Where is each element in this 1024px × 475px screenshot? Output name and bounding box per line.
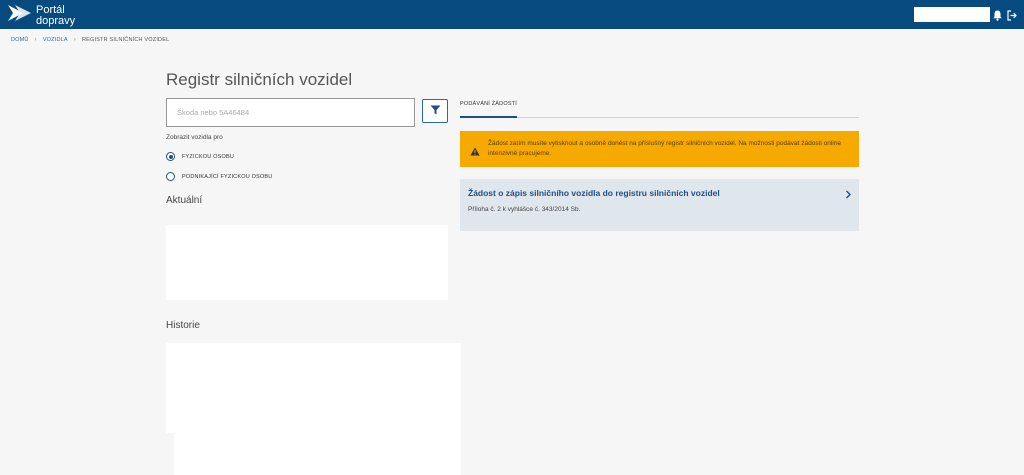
portal-logo[interactable]: Portál dopravy <box>7 3 75 28</box>
warning-text: Žádost zatím musíte vytisknout a osobně … <box>488 140 841 157</box>
breadcrumb-current: REGISTR SILNIČNÍCH VOZIDEL <box>81 37 170 43</box>
current-section-title: Aktuální <box>166 195 203 206</box>
bell-icon[interactable] <box>993 8 1002 21</box>
history-panel-extension <box>174 433 461 475</box>
tab-applications[interactable]: PODÁVÁNÍ ŽÁDOSTÍ <box>460 101 517 116</box>
history-section-title: Historie <box>166 320 200 331</box>
card-subtitle: Příloha č. 2 k vyhlášce č. 343/2014 Sb. <box>468 206 581 213</box>
chevron-right-icon: › <box>73 37 76 43</box>
radio-natural-person[interactable]: FYZICKOU OSOBU <box>166 152 234 161</box>
radio-label[interactable]: PODNIKAJÍCÍ FYZICKOU OSOBU <box>182 174 272 180</box>
logo-icon <box>7 3 32 28</box>
chevron-right-icon: › <box>34 37 37 43</box>
radio-business-person[interactable]: PODNIKAJÍCÍ FYZICKOU OSOBU <box>166 172 272 181</box>
application-card[interactable]: Žádost o zápis silničního vozidla do reg… <box>460 179 859 231</box>
card-title[interactable]: Žádost o zápis silničního vozidla do reg… <box>468 188 720 198</box>
show-for-label: Zobrazit vozidla pro <box>166 134 223 141</box>
history-panel <box>166 343 461 433</box>
radio-checked-icon[interactable] <box>166 152 175 161</box>
warning-icon <box>470 143 480 156</box>
logo-line-2: dopravy <box>36 14 76 27</box>
breadcrumb-home[interactable]: DOMŮ <box>11 37 29 43</box>
page-title: Registr silničních vozidel <box>166 70 353 89</box>
logo-text: Portál dopravy <box>36 3 76 27</box>
radio-unchecked-icon[interactable] <box>166 172 175 181</box>
filter-button[interactable] <box>422 99 448 123</box>
breadcrumb-vehicles[interactable]: VOZIDLA <box>43 37 68 43</box>
logo-line-1: Portál <box>36 3 65 16</box>
tab-divider <box>460 117 859 118</box>
chevron-right-icon[interactable] <box>845 186 852 199</box>
breadcrumb: DOMŮ › VOZIDLA › REGISTR SILNIČNÍCH VOZI… <box>11 37 169 43</box>
filter-icon <box>430 102 441 120</box>
search-input[interactable] <box>167 99 414 126</box>
user-menu[interactable] <box>914 7 990 22</box>
warning-banner: Žádost zatím musíte vytisknout a osobně … <box>460 131 859 167</box>
tab-active-indicator <box>460 116 517 118</box>
top-bar: Portál dopravy <box>0 0 1024 29</box>
logout-icon[interactable] <box>1007 8 1017 21</box>
radio-label[interactable]: FYZICKOU OSOBU <box>182 154 234 160</box>
current-vehicles-panel <box>166 225 448 300</box>
search-field[interactable] <box>166 98 415 127</box>
